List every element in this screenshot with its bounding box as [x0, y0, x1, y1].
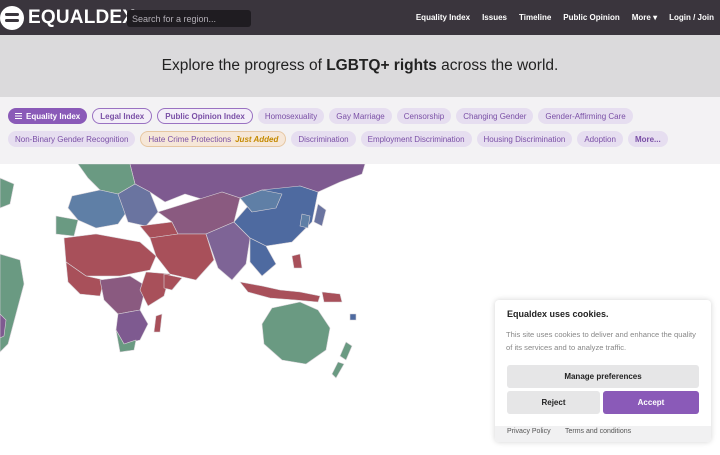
logo-text: EQUALDEX	[28, 7, 136, 28]
region-iberia	[55, 215, 79, 237]
nav-links: Equality Index Issues Timeline Public Op…	[416, 0, 714, 35]
filter-chip-hate-crime-protections[interactable]: Hate Crime Protections Just Added	[140, 131, 287, 147]
equaldex-logo-icon	[0, 6, 24, 30]
hero-tagline: Explore the progress of LGBTQ+ rights ac…	[161, 57, 559, 74]
filter-chip-non-binary-recognition[interactable]: Non-Binary Gender Recognition	[8, 131, 136, 147]
reject-cookies-button[interactable]: Reject	[507, 391, 600, 414]
menu-icon	[15, 113, 22, 119]
region-new-zealand	[331, 341, 353, 379]
just-added-tag: Just Added	[235, 134, 279, 144]
filter-chip-censorship[interactable]: Censorship	[396, 108, 452, 124]
region-pacific-islands	[349, 313, 357, 321]
accept-cookies-button[interactable]: Accept	[603, 391, 699, 414]
region-madagascar	[153, 313, 163, 333]
nav-link-public-opinion[interactable]: Public Opinion	[563, 13, 619, 22]
region-korea	[299, 213, 311, 229]
nav-link-issues[interactable]: Issues	[482, 13, 507, 22]
filter-chip-homosexuality[interactable]: Homosexuality	[257, 108, 325, 124]
filter-chip-changing-gender[interactable]: Changing Gender	[456, 108, 534, 124]
filter-chip-legal-index[interactable]: Legal Index	[92, 108, 153, 124]
nav-link-more-dropdown[interactable]: More ▾	[632, 13, 657, 22]
top-navbar: EQUALDEX Equality Index Issues Timeline …	[0, 0, 720, 35]
filter-chip-housing-discrimination[interactable]: Housing Discrimination	[476, 131, 573, 147]
search-input[interactable]	[127, 10, 251, 27]
region-philippines	[291, 253, 303, 269]
hero-banner: Explore the progress of LGBTQ+ rights ac…	[0, 35, 720, 97]
region-japan	[313, 203, 327, 227]
nav-link-login-join[interactable]: Login / Join	[669, 13, 714, 22]
region-greenland-west	[0, 177, 15, 209]
filter-chip-adoption[interactable]: Adoption	[577, 131, 623, 147]
cookie-message: This site uses cookies to deliver and en…	[506, 330, 696, 352]
region-south-america	[0, 253, 25, 353]
region-indonesia	[239, 281, 321, 303]
region-north-africa	[63, 233, 157, 277]
privacy-policy-link[interactable]: Privacy Policy	[507, 428, 551, 435]
nav-link-timeline[interactable]: Timeline	[519, 13, 551, 22]
nav-link-equality-index[interactable]: Equality Index	[416, 13, 470, 22]
region-central-africa	[99, 275, 147, 315]
filter-chip-employment-discrimination[interactable]: Employment Discrimination	[360, 131, 472, 147]
manage-preferences-button[interactable]: Manage preferences	[507, 365, 699, 388]
cookie-consent-dialog: Equaldex uses cookies. This site uses co…	[495, 300, 711, 442]
region-papua	[321, 291, 343, 303]
filter-chip-equality-index[interactable]: Equality Index	[8, 108, 88, 124]
logo[interactable]: EQUALDEX	[0, 5, 135, 31]
filter-chip-discrimination[interactable]: Discrimination	[291, 131, 356, 147]
filter-chip-gay-marriage[interactable]: Gay Marriage	[329, 108, 392, 124]
filter-chip-more[interactable]: More...	[627, 131, 668, 147]
region-australia	[261, 301, 331, 365]
filter-chip-public-opinion-index[interactable]: Public Opinion Index	[157, 108, 253, 124]
terms-conditions-link[interactable]: Terms and conditions	[565, 428, 631, 435]
filter-chip-gender-affirming-care[interactable]: Gender-Affirming Care	[538, 108, 633, 124]
issue-filter-bar: Equality Index Legal Index Public Opinio…	[0, 97, 720, 164]
cookie-title: Equaldex uses cookies.	[507, 309, 609, 319]
